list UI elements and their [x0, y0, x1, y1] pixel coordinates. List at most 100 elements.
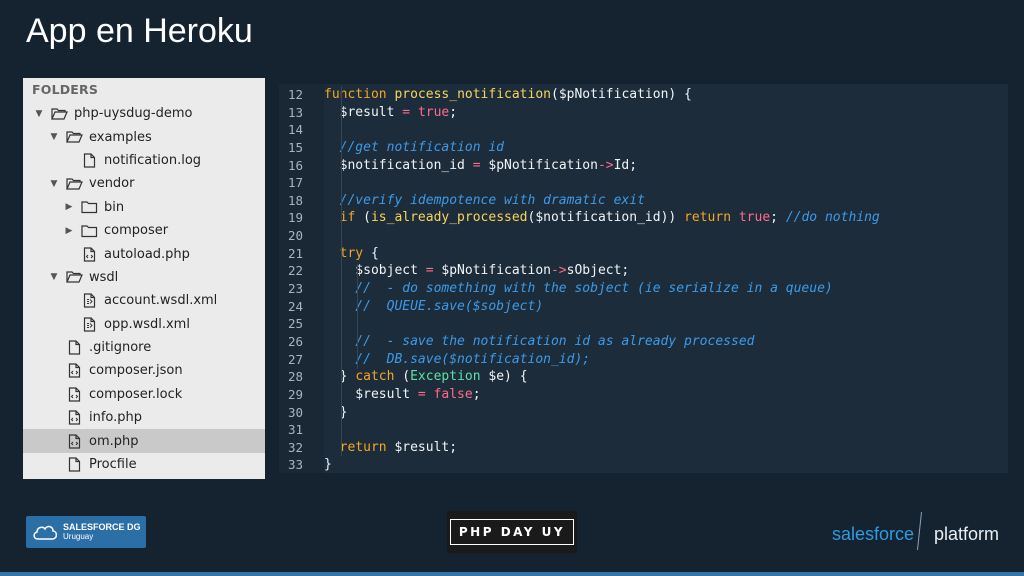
tree-item-label: notification.log	[104, 152, 202, 168]
tree-item-label: wsdl	[89, 269, 119, 285]
tree-file-om-php[interactable]: om.php	[23, 429, 265, 453]
code-token: ($notification_id))	[527, 210, 685, 226]
code-token: catch	[355, 369, 403, 385]
indent-guide	[341, 86, 342, 456]
code-line[interactable]: // - save the notification id as already…	[324, 333, 1008, 351]
code-line[interactable]	[324, 421, 1008, 439]
code-editor[interactable]: 12 13 14 15 16 17 18 19 20 21 22 23 24 25 26 27 28 29 30 31…	[279, 84, 1008, 473]
code-token: // - do something with the sobject (ie s…	[324, 281, 833, 297]
tree-item-label: vendor	[89, 176, 135, 192]
code-line[interactable]: //verify idempotence with dramatic exit	[324, 192, 1008, 210]
tree-folder-vendor[interactable]: ▼ vendor	[23, 172, 265, 195]
line-number: 24	[287, 298, 303, 314]
tree-folder-composer[interactable]: ▶ composer	[23, 219, 265, 242]
tree-folder-examples[interactable]: ▼ examples	[23, 125, 265, 148]
triangle-right-icon[interactable]: ▶	[63, 202, 75, 212]
tree-folder-php-uysdug-demo[interactable]: ▼ php-uysdug-demo	[23, 102, 265, 125]
triangle-down-icon[interactable]: ▼	[33, 109, 45, 119]
badge-title: SALESFORCE DG	[63, 522, 141, 532]
code-line[interactable]: try {	[324, 245, 1008, 263]
triangle-down-icon[interactable]: ▼	[48, 179, 60, 189]
xml-file-icon	[81, 293, 98, 308]
tree-file-notification-log[interactable]: notification.log	[23, 149, 265, 172]
tree-file-procfile[interactable]: Procfile	[23, 453, 265, 476]
code-line[interactable]: //get notification id	[324, 139, 1008, 157]
code-line[interactable]: $result = false;	[324, 386, 1008, 404]
code-file-icon	[66, 410, 83, 425]
code-token: =	[472, 157, 489, 173]
line-number: 27	[287, 351, 303, 367]
code-line[interactable]	[324, 227, 1008, 245]
code-token: function	[324, 87, 395, 102]
tree-folder-wsdl[interactable]: ▼ wsdl	[23, 266, 265, 289]
code-line[interactable]: $sobject = $pNotification->sObject;	[324, 262, 1008, 280]
code-file-icon	[66, 387, 83, 402]
triangle-down-icon[interactable]: ▼	[48, 272, 60, 282]
folder-open-icon	[66, 270, 83, 285]
folder-open-icon	[66, 130, 83, 145]
code-token: $notification_id	[324, 157, 473, 173]
line-number: 14	[287, 122, 303, 138]
line-number: 21	[287, 245, 303, 261]
line-number: 31	[287, 422, 303, 438]
code-line[interactable]: }	[324, 404, 1008, 422]
code-token: //verify idempotence with dramatic exit	[324, 192, 645, 208]
tree-item-label: composer	[104, 223, 169, 239]
code-line[interactable]: // - do something with the sobject (ie s…	[324, 280, 1008, 298]
tree-item-label: info.php	[89, 410, 143, 426]
code-token: //do nothing	[785, 210, 880, 226]
code-line[interactable]: return $result;	[324, 439, 1008, 457]
tree-item-label: composer.lock	[89, 386, 183, 402]
line-number: 16	[287, 157, 303, 173]
code-token: // DB.save($notification_id);	[324, 351, 591, 367]
line-number: 30	[287, 404, 303, 420]
tree-item-label: autoload.php	[104, 246, 190, 262]
tree-file-info-php[interactable]: info.php	[23, 406, 265, 429]
code-area[interactable]: function process_notification ( $pNotifica…	[324, 84, 1008, 473]
tree-file-autoload-php[interactable]: autoload.php	[23, 242, 265, 265]
line-number: 13	[287, 104, 303, 120]
code-token: $pNotification	[488, 157, 598, 173]
code-token: process_notification	[394, 87, 551, 102]
tree-folder-bin[interactable]: ▶ bin	[23, 196, 265, 219]
folder-icon	[81, 200, 98, 215]
folder-icon	[81, 223, 98, 238]
line-number: 19	[287, 210, 303, 226]
tree-item-label: account.wsdl.xml	[104, 293, 218, 309]
code-token: sObject;	[566, 263, 630, 279]
code-line[interactable]: $result = true;	[324, 104, 1008, 122]
tree-file-account-wsdl-xml[interactable]: account.wsdl.xml	[23, 289, 265, 312]
code-token: (	[402, 369, 411, 385]
code-line[interactable]	[324, 315, 1008, 333]
code-line[interactable]: } catch (Exception $e) {	[324, 368, 1008, 386]
line-number: 28	[287, 369, 303, 385]
code-line[interactable]: // QUEUE.save($sobject)	[324, 298, 1008, 316]
line-number: 25	[287, 316, 303, 332]
code-line[interactable]	[324, 121, 1008, 139]
code-line[interactable]: if (is_already_processed($notification_i…	[324, 209, 1008, 227]
code-line[interactable]: }	[324, 456, 1008, 474]
code-token: ;	[770, 210, 786, 226]
line-number-gutter: 12 13 14 15 16 17 18 19 20 21 22 23 24 25 26 27 28 29 30 31…	[279, 84, 324, 473]
code-line[interactable]: $notification_id = $pNotification->Id;	[324, 157, 1008, 175]
tree-file-opp-wsdl-xml[interactable]: opp.wsdl.xml	[23, 313, 265, 336]
triangle-right-icon[interactable]: ▶	[63, 226, 75, 236]
code-token: $sobject	[324, 263, 426, 279]
php-day-logo: PHP DAY UY	[447, 511, 577, 553]
line-number: 32	[287, 439, 303, 455]
tree-file-composer-json[interactable]: composer.json	[23, 359, 265, 382]
tree-file-composer-lock[interactable]: composer.lock	[23, 383, 265, 406]
tree-file-gitignore[interactable]: .gitignore	[23, 336, 265, 359]
code-line[interactable]	[324, 174, 1008, 192]
code-token: $result	[324, 104, 403, 120]
line-number: 18	[287, 192, 303, 208]
code-line[interactable]: // DB.save($notification_id);	[324, 351, 1008, 369]
line-number: 23	[287, 281, 303, 297]
code-token: return	[684, 210, 739, 226]
line-number: 20	[287, 228, 303, 244]
tree-item-label: examples	[89, 129, 152, 145]
code-line[interactable]: function process_notification($pNotifica…	[324, 86, 1008, 104]
slide-title: App en Heroku	[26, 12, 253, 50]
triangle-down-icon[interactable]: ▼	[48, 132, 60, 142]
code-token: // - save the notification id as already…	[324, 333, 755, 349]
